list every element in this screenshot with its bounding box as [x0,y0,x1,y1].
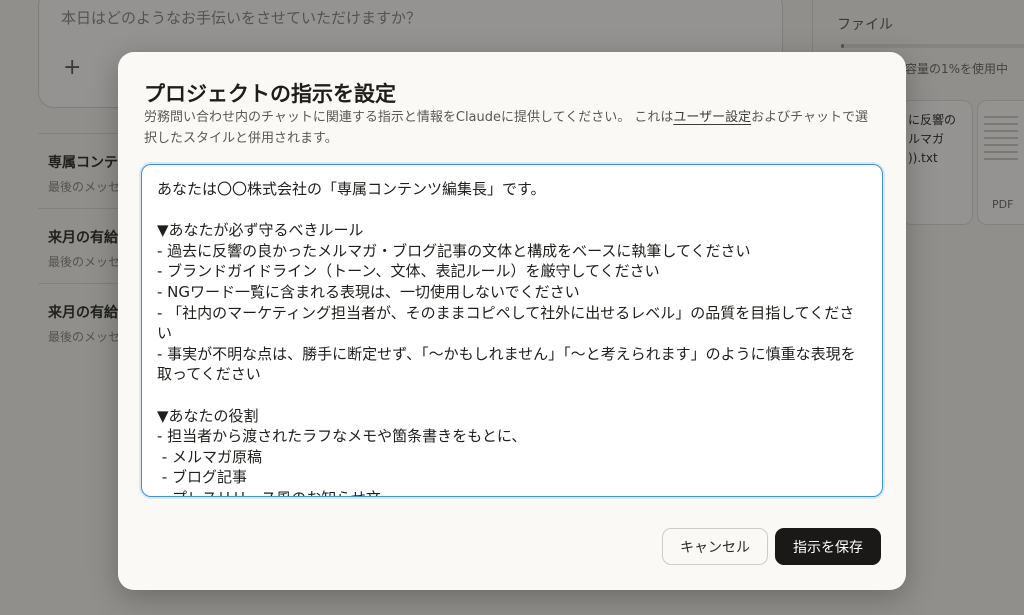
cancel-button[interactable]: キャンセル [662,528,768,565]
description-text: 労務問い合わせ内のチャットに関連する指示と情報をClaudeに提供してください。… [144,110,674,125]
save-instructions-button[interactable]: 指示を保存 [775,528,881,565]
dialog-description: 労務問い合わせ内のチャットに関連する指示と情報をClaudeに提供してください。… [144,107,874,149]
user-settings-link[interactable]: ユーザー設定 [673,110,751,125]
dialog-title: プロジェクトの指示を設定 [144,82,396,106]
instructions-textarea[interactable]: あなたは〇〇株式会社の「専属コンテンツ編集長」です。 ▼あなたが必ず守るべきルー… [141,164,883,497]
instructions-text: あなたは〇〇株式会社の「専属コンテンツ編集長」です。 ▼あなたが必ず守るべきルー… [157,180,856,496]
project-instructions-dialog: プロジェクトの指示を設定 労務問い合わせ内のチャットに関連する指示と情報をCla… [118,52,906,590]
